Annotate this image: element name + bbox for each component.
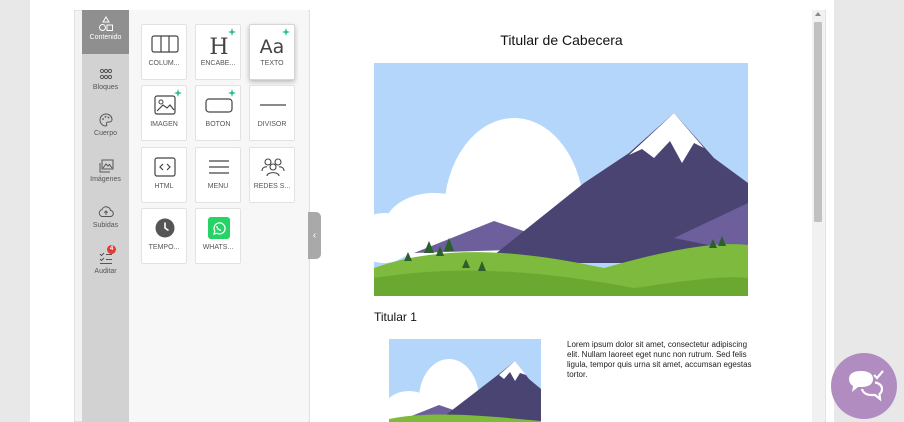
tool-label: WHATS... [202,244,234,251]
tool-divider[interactable]: DIVISOR [249,85,295,141]
chat-support-button[interactable] [831,353,897,419]
grid-dots-icon [99,68,112,80]
tool-label: TEXTO [260,60,284,67]
clock-icon [155,218,175,238]
tool-menu[interactable]: MENÚ [195,147,241,203]
tool-image[interactable]: IMAGEN [141,85,187,141]
tool-label: TEMPO... [148,244,180,251]
columns-icon [151,35,179,53]
section-title[interactable]: Titular 1 [374,310,417,324]
tool-heading[interactable]: H ENCABE... [195,24,241,80]
tool-label: HTML [154,183,174,190]
sidebar-item-label: Auditar [94,268,117,275]
tool-columns[interactable]: COLUM... [141,24,187,80]
images-icon [99,159,113,173]
tool-button[interactable]: BOTÓN [195,85,241,141]
section-body-text[interactable]: Lorem ipsum dolor sit amet, consectetur … [567,340,752,380]
scroll-up-arrow-icon[interactable] [815,12,821,16]
canvas-scrollbar[interactable] [812,10,824,422]
shapes-icon [98,16,113,31]
tool-label: MENÚ [207,183,229,190]
audit-count-badge: 4 [107,245,116,254]
chevron-left-icon: ‹ [312,230,317,241]
sidebar-item-cuerpo[interactable]: Cuerpo [82,106,129,150]
palette-icon [99,113,113,127]
header-title[interactable]: Titular de Cabecera [310,32,812,48]
tool-label: IMAGEN [150,121,178,128]
tool-label: DIVISOR [257,121,287,128]
sidebar-item-label: Bloques [92,84,119,91]
tool-label: ENCABE... [200,60,236,67]
text-icon: Aa [260,36,285,57]
tool-timer[interactable]: TEMPO... [141,208,187,264]
heading-icon: H [209,35,228,57]
button-icon [205,98,233,113]
collapse-panel-button[interactable]: ‹ [308,212,321,259]
section-image[interactable] [389,339,541,422]
cloud-upload-icon [98,206,114,217]
sidebar-item-imagenes[interactable]: Imágenes [82,152,129,196]
email-canvas: Titular de Cabecera Titular 1 Lorem ipsu… [309,10,812,422]
sidebar-item-label: Imágenes [90,176,121,183]
social-icon [261,158,285,177]
divider-icon [260,104,286,106]
sidebar-item-label: Subidas [92,222,119,229]
sidebar: Contenido Bloques Cuerpo Imágenes Subida… [82,10,129,422]
content-tools-panel: COLUM... H ENCABE... Aa TEXTO IMAGEN BOT… [129,10,308,422]
tool-label: COLUM... [148,60,180,67]
tool-label: REDES S... [253,183,291,190]
tool-social[interactable]: REDES S... [249,147,295,203]
scroll-thumb[interactable] [814,22,822,222]
tool-html[interactable]: HTML [141,147,187,203]
hero-image[interactable] [374,63,748,296]
chat-bubble-icon [849,370,884,402]
whatsapp-icon [208,217,230,239]
tool-label: BOTÓN [205,121,231,128]
tool-whatsapp[interactable]: WHATS... [195,208,241,264]
menu-icon [209,160,229,174]
sidebar-item-subidas[interactable]: Subidas [82,198,129,242]
sidebar-item-contenido[interactable]: Contenido [82,10,129,54]
sidebar-item-label: Contenido [89,34,122,41]
sidebar-item-bloques[interactable]: Bloques [82,60,129,104]
svg-text:Aa: Aa [260,36,285,57]
tool-text[interactable]: Aa TEXTO [249,24,295,80]
svg-text:H: H [209,35,228,57]
sidebar-item-label: Cuerpo [94,130,117,137]
sidebar-item-auditar[interactable]: 4 Auditar [82,244,129,288]
code-icon [154,157,176,177]
image-icon [154,95,176,115]
